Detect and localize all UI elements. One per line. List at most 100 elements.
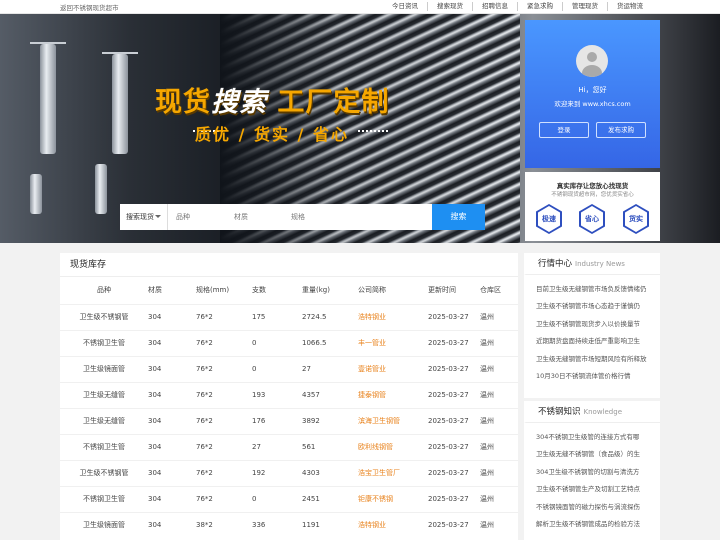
spec-input[interactable]: 规格 bbox=[283, 204, 423, 230]
table-row[interactable]: 卫生级无缝管 304 76*2 176 3892 滨海卫生钢管 2025-03-27 温州 bbox=[60, 407, 518, 434]
cell-material: 304 bbox=[148, 355, 196, 382]
cell-warehouse: 温州 bbox=[480, 433, 518, 460]
news-item[interactable]: 目前卫生级无缝钢管市场负反馈情绪仍 bbox=[536, 281, 658, 298]
table-row[interactable]: 卫生级不锈钢管 304 76*2 175 2724.5 浩特钢业 2025-03-27 温州 bbox=[60, 303, 518, 330]
welcome-text: 欢迎来到 www.xhcs.com bbox=[554, 100, 631, 108]
cell-spec: 76*2 bbox=[196, 433, 252, 460]
nav-manage[interactable]: 管理现货 bbox=[562, 2, 607, 11]
search-button[interactable]: 搜索 bbox=[432, 204, 485, 230]
table-row[interactable]: 不锈钢卫生管 304 76*2 0 1066.5 丰一管业 2025-03-27 温州 bbox=[60, 329, 518, 356]
knowledge-panel: 不锈钢知识 Knowledge 304不锈钢卫生级管的连接方式有哪 卫生级无缝不锈… bbox=[524, 401, 660, 540]
top-bar: 返回不锈钢现货超市 今日资讯 搜索现货 招聘信息 紧急求购 管理现货 货运物流 bbox=[0, 0, 720, 14]
material-input[interactable]: 材质 bbox=[226, 204, 283, 230]
knowledge-item[interactable]: 解析卫生级不锈钢管成品的检验方法 bbox=[536, 516, 658, 533]
col-updated: 更新时间 bbox=[428, 286, 456, 295]
cell-variety: 不锈钢卫生管 bbox=[60, 485, 148, 512]
greeting: Hi，您好 bbox=[578, 86, 607, 94]
variety-input[interactable]: 品种 bbox=[168, 204, 226, 230]
knowledge-header: 不锈钢知识 Knowledge bbox=[524, 401, 660, 423]
cell-count: 0 bbox=[252, 329, 302, 356]
cell-company[interactable]: 滨海卫生钢管 bbox=[358, 407, 428, 434]
table-row[interactable]: 卫生级不锈钢管 304 76*2 192 4303 浩宝卫生管厂 2025-03-27 温州 bbox=[60, 459, 518, 486]
banner-subtitle: 质优 / 货实 / 省心 bbox=[195, 125, 349, 144]
search-bar: 搜索现货 品种 材质 规格 搜索 bbox=[120, 204, 485, 230]
industry-news-panel: 行情中心 Industry News 目前卫生级无缝钢管市场负反馈情绪仍 卫生级不… bbox=[524, 253, 660, 398]
cell-spec: 76*2 bbox=[196, 329, 252, 356]
cell-company[interactable]: 浩特钢业 bbox=[358, 511, 428, 538]
nav-news[interactable]: 今日资讯 bbox=[383, 2, 427, 11]
news-item[interactable]: 10月30日不锈钢流体管价格行情 bbox=[536, 368, 658, 385]
cell-company[interactable]: 钜康不锈钢 bbox=[358, 485, 428, 512]
news-item[interactable]: 近期期货盘面持续走低严重影响卫生 bbox=[536, 333, 658, 350]
cell-updated: 2025-03-27 bbox=[428, 485, 480, 512]
table-row[interactable]: 卫生级无缝管 304 76*2 193 4357 捷泰钢管 2025-03-27 温州 bbox=[60, 381, 518, 408]
nav-jobs[interactable]: 招聘信息 bbox=[472, 2, 517, 11]
cell-updated: 2025-03-27 bbox=[428, 433, 480, 460]
cell-count: 27 bbox=[252, 433, 302, 460]
news-header: 行情中心 Industry News bbox=[524, 253, 660, 275]
cell-count: 192 bbox=[252, 459, 302, 486]
cell-updated: 2025-03-27 bbox=[428, 329, 480, 356]
cell-updated: 2025-03-27 bbox=[428, 355, 480, 382]
nav-urgent[interactable]: 紧急求购 bbox=[517, 2, 562, 11]
news-item[interactable]: 卫生级不锈钢管市场心态趋于谨慎仍 bbox=[536, 298, 658, 315]
cell-count: 0 bbox=[252, 355, 302, 382]
cell-material: 304 bbox=[148, 511, 196, 538]
promo-subtitle: 不锈钢现货超市网，您优货实省心 bbox=[551, 192, 634, 198]
table-row[interactable]: 卫生级镜面管 304 76*2 0 27 壹诺管业 2025-03-27 温州 bbox=[60, 355, 518, 382]
news-item[interactable]: 卫生级无缝钢管市场短期风险有所释放 bbox=[536, 351, 658, 368]
nav-logistics[interactable]: 货运物流 bbox=[607, 2, 652, 11]
table-row[interactable]: 不锈钢卫生管 304 76*2 27 561 欧利线钢管 2025-03-27 温州 bbox=[60, 433, 518, 460]
cell-count: 336 bbox=[252, 511, 302, 538]
login-panel: Hi，您好 欢迎来到 www.xhcs.com 登录 发布求购 bbox=[525, 20, 660, 168]
cell-variety: 卫生级无缝管 bbox=[60, 407, 148, 434]
cell-weight: 2724.5 bbox=[302, 303, 358, 330]
col-weight: 重量(kg) bbox=[302, 286, 330, 295]
cell-count: 0 bbox=[252, 485, 302, 512]
cell-variety: 卫生级无缝管 bbox=[60, 381, 148, 408]
cell-variety: 卫生级镜面管 bbox=[60, 511, 148, 538]
speed-badge: 极速 bbox=[536, 204, 562, 234]
cell-warehouse: 温州 bbox=[480, 485, 518, 512]
cell-updated: 2025-03-27 bbox=[428, 303, 480, 330]
table-row[interactable]: 不锈钢卫生管 304 76*2 0 2451 钜康不锈钢 2025-03-27 温州 bbox=[60, 485, 518, 512]
top-nav: 今日资讯 搜索现货 招聘信息 紧急求购 管理现货 货运物流 bbox=[383, 2, 652, 11]
knowledge-item[interactable]: 304卫生级不锈钢管的切割与清洗方 bbox=[536, 464, 658, 481]
knowledge-item[interactable]: 卫生级无缝不锈钢管（食品级）的生 bbox=[536, 446, 658, 463]
cell-updated: 2025-03-27 bbox=[428, 511, 480, 538]
cell-company[interactable]: 浩特钢业 bbox=[358, 303, 428, 330]
cell-material: 304 bbox=[148, 381, 196, 408]
back-link[interactable]: 返回不锈钢现货超市 bbox=[60, 2, 119, 12]
news-item[interactable]: 卫生级不锈钢管现货步入以价换量节 bbox=[536, 316, 658, 333]
cell-company[interactable]: 浩宝卫生管厂 bbox=[358, 459, 428, 486]
table-row[interactable]: 卫生级镜面管 304 38*2 336 1191 浩特钢业 2025-03-27 温州 bbox=[60, 511, 518, 538]
knowledge-item[interactable]: 卫生级不锈钢管生产及切割工艺特点 bbox=[536, 481, 658, 498]
cell-weight: 1066.5 bbox=[302, 329, 358, 356]
cell-company[interactable]: 丰一管业 bbox=[358, 329, 428, 356]
cell-material: 304 bbox=[148, 485, 196, 512]
table-header-row: 品种 材质 规格(mm) 支数 重量(kg) 公司简称 更新时间 仓库区 bbox=[60, 277, 518, 304]
login-button[interactable]: 登录 bbox=[539, 122, 589, 138]
cell-weight: 561 bbox=[302, 433, 358, 460]
cell-company[interactable]: 捷泰钢管 bbox=[358, 381, 428, 408]
cell-warehouse: 温州 bbox=[480, 407, 518, 434]
cell-spec: 38*2 bbox=[196, 511, 252, 538]
cell-warehouse: 温州 bbox=[480, 511, 518, 538]
cell-company[interactable]: 欧利线钢管 bbox=[358, 433, 428, 460]
cell-spec: 76*2 bbox=[196, 381, 252, 408]
stock-title: 现货库存 bbox=[60, 253, 518, 277]
col-spec: 规格(mm) bbox=[196, 286, 230, 295]
cell-weight: 3892 bbox=[302, 407, 358, 434]
cell-company[interactable]: 壹诺管业 bbox=[358, 355, 428, 382]
cell-count: 175 bbox=[252, 303, 302, 330]
knowledge-item[interactable]: 304不锈钢卫生级管的连接方式有哪 bbox=[536, 429, 658, 446]
cell-weight: 27 bbox=[302, 355, 358, 382]
nav-search[interactable]: 搜索现货 bbox=[427, 2, 472, 11]
search-type-select[interactable]: 搜索现货 bbox=[120, 204, 168, 230]
cell-variety: 卫生级镜面管 bbox=[60, 355, 148, 382]
cell-warehouse: 温州 bbox=[480, 303, 518, 330]
knowledge-item[interactable]: 不锈钢镜面管的磁力探伤与涡流探伤 bbox=[536, 499, 658, 516]
cell-material: 304 bbox=[148, 303, 196, 330]
post-request-button[interactable]: 发布求购 bbox=[596, 122, 646, 138]
cell-variety: 不锈钢卫生管 bbox=[60, 433, 148, 460]
